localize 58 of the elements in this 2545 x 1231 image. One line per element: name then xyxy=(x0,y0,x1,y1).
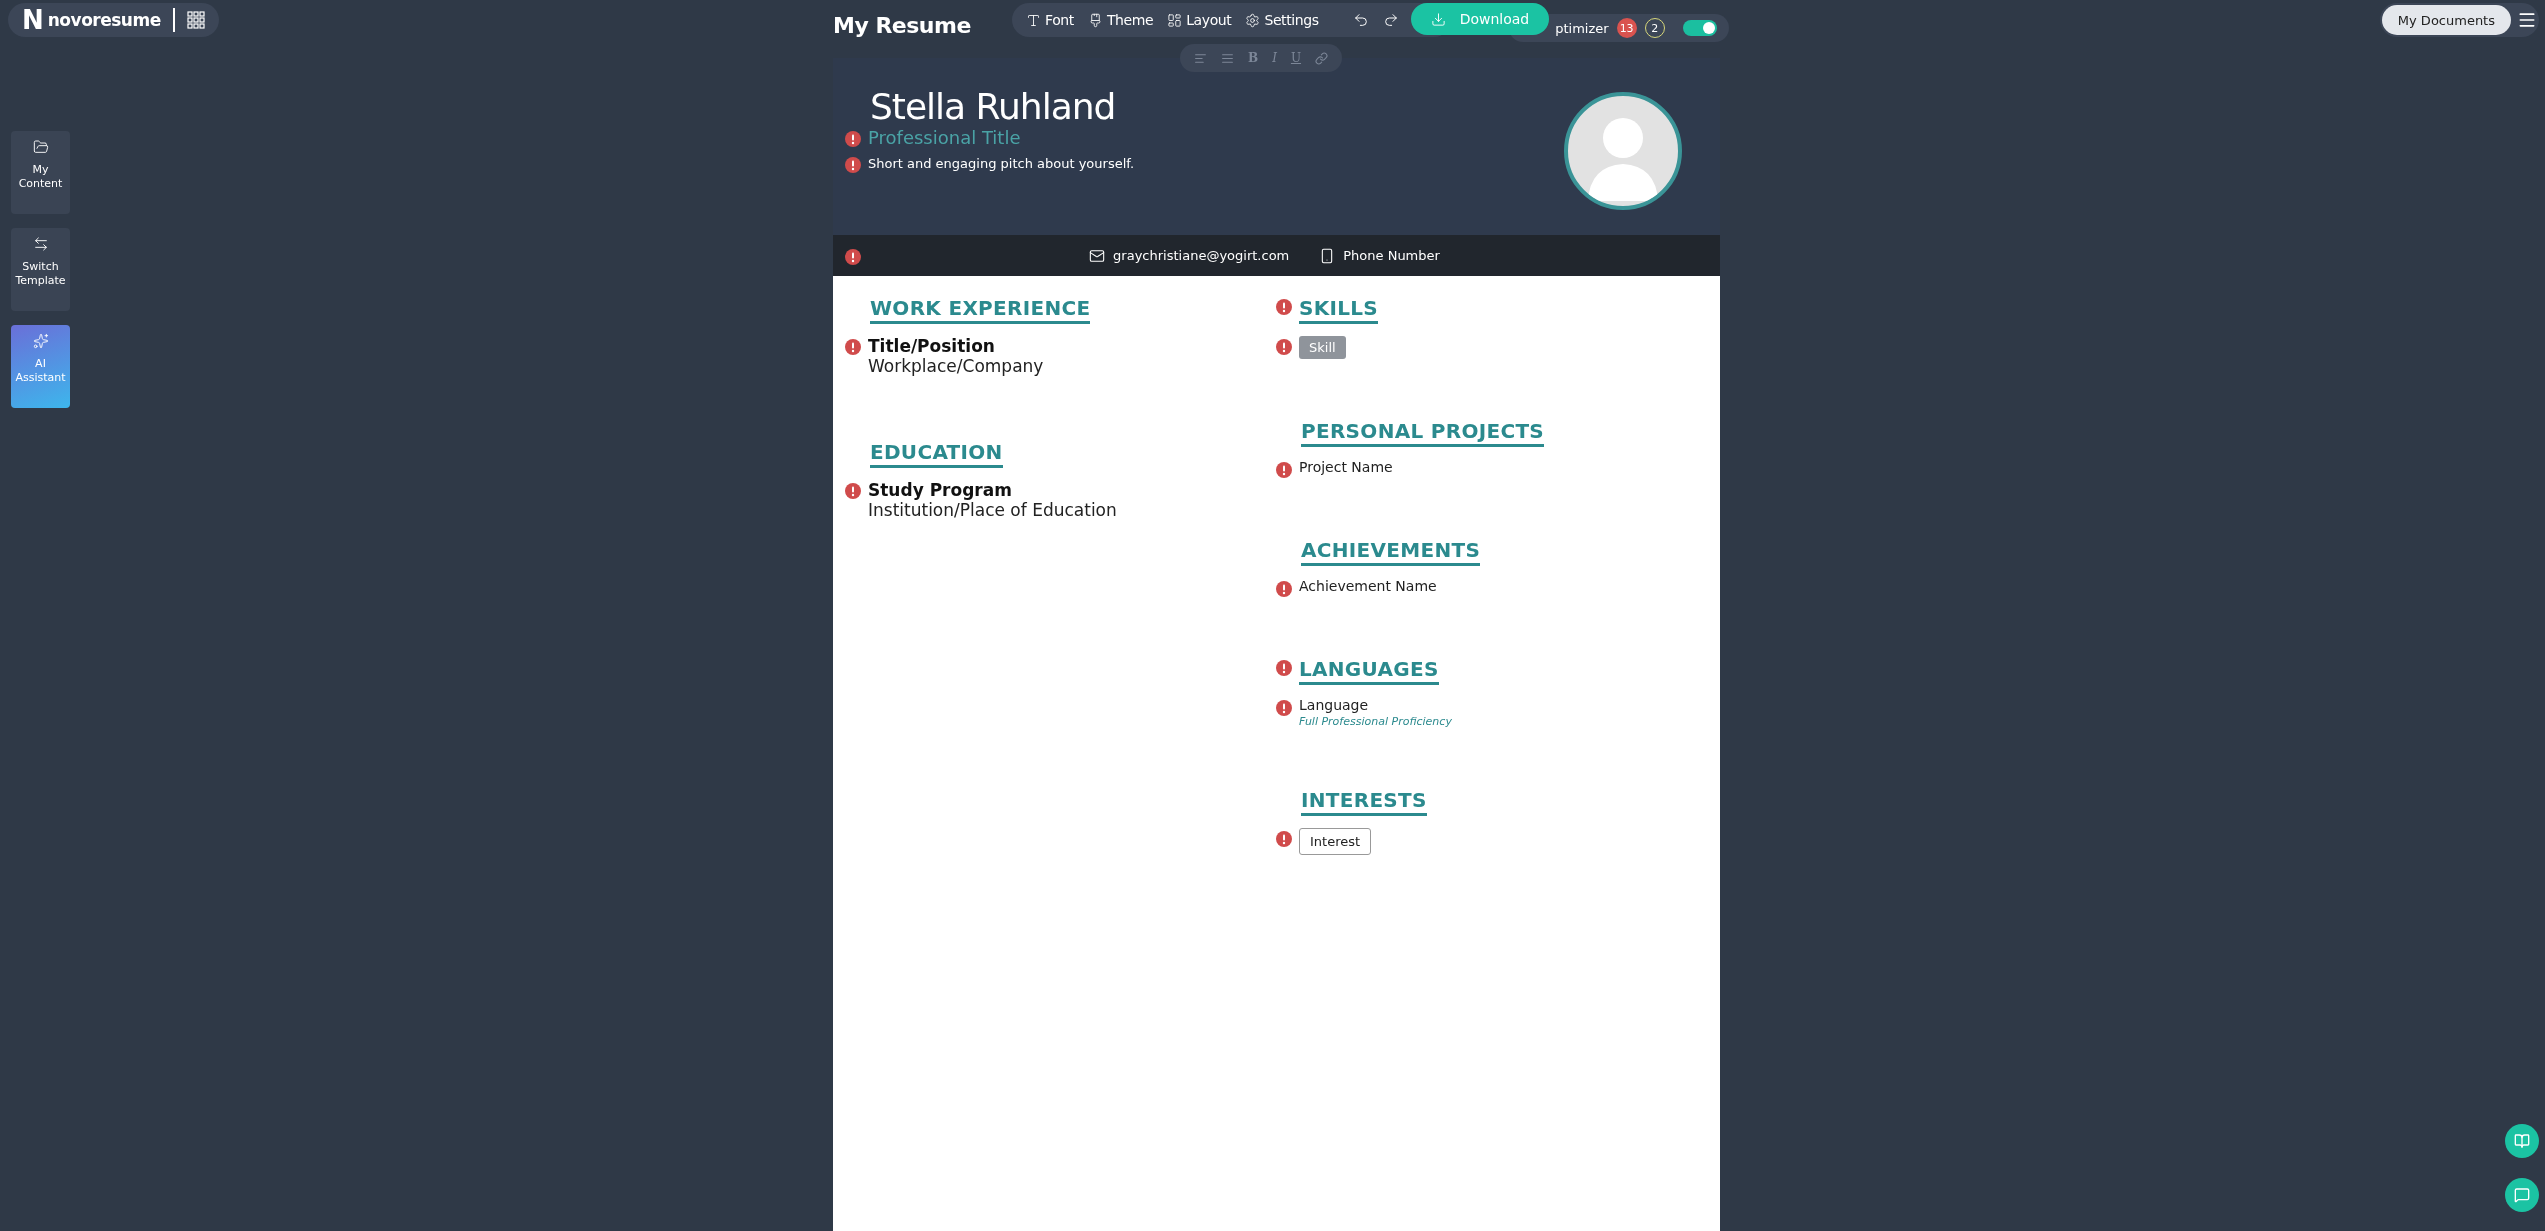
apps-grid-icon[interactable] xyxy=(186,11,205,29)
section-heading: WORK EXPERIENCE xyxy=(870,296,1091,324)
settings-icon xyxy=(1245,12,1261,28)
toolbar-label: Layout xyxy=(1186,12,1232,28)
section-heading: PERSONAL PROJECTS xyxy=(1301,419,1545,447)
swap-icon xyxy=(32,236,49,252)
contact-text: Phone Number xyxy=(1343,248,1440,263)
toolbar-button[interactable]: Font xyxy=(1026,12,1074,28)
skill-chip: Skill xyxy=(1299,336,1346,359)
section-heading: LANGUAGES xyxy=(1299,657,1439,685)
contact-text: graychristiane@yogirt.com xyxy=(1113,248,1290,263)
entry-subtitle: Institution/Place of Education xyxy=(868,500,1117,520)
menu-button[interactable] xyxy=(2517,10,2537,30)
sparkles-icon xyxy=(32,333,49,349)
chat-icon xyxy=(2514,1187,2530,1203)
error-count: 13 xyxy=(1616,18,1637,38)
toolbar-label: Theme xyxy=(1106,12,1154,28)
logo-text: novoresume xyxy=(47,10,161,30)
redo-button[interactable] xyxy=(1382,12,1399,28)
professional-title: Professional Title xyxy=(868,127,1021,148)
resume-name: Stella Ruhland xyxy=(870,86,1117,127)
download-icon xyxy=(1430,11,1446,27)
entry-title: Achievement Name xyxy=(1299,578,1437,594)
folder-icon xyxy=(32,139,49,155)
document-title: My Resume xyxy=(833,13,972,38)
section-heading: INTERESTS xyxy=(1301,788,1427,816)
entry-title: Project Name xyxy=(1299,459,1393,475)
mail-icon xyxy=(1089,247,1106,264)
optimizer-label: ptimizer xyxy=(1555,20,1609,36)
toolbar-button[interactable]: Settings xyxy=(1245,12,1319,28)
logo-mark: N xyxy=(22,5,42,35)
sidebar-button[interactable]: Switch Template xyxy=(11,228,70,311)
book-button[interactable] xyxy=(2505,1124,2539,1158)
entry-title: Title/Position xyxy=(868,336,996,356)
pitch-text: Short and engaging pitch about yourself. xyxy=(868,156,1135,171)
font-icon xyxy=(1026,12,1041,28)
my-documents-button[interactable]: My Documents xyxy=(2381,5,2511,35)
toolbar-label: Font xyxy=(1045,12,1074,28)
optimizer-toggle[interactable] xyxy=(1682,20,1717,36)
entry-title: Study Program xyxy=(868,480,1013,500)
language-name: Language xyxy=(1299,697,1370,713)
section-heading: SKILLS xyxy=(1299,296,1379,324)
proficiency-level: Full Professional Proficiency xyxy=(1299,715,1452,728)
entry-subtitle: Workplace/Company xyxy=(868,356,1044,376)
section-heading: EDUCATION xyxy=(870,440,1003,468)
toolbar-label: Settings xyxy=(1264,12,1319,28)
theme-icon xyxy=(1087,12,1103,28)
download-label: Download xyxy=(1459,11,1530,27)
book-icon xyxy=(2514,1133,2530,1149)
section-heading: ACHIEVEMENTS xyxy=(1301,538,1481,566)
layout-icon xyxy=(1167,12,1183,28)
interest-tag: Interest xyxy=(1299,828,1372,855)
toolbar-button[interactable]: Layout xyxy=(1167,12,1232,28)
sidebar-button[interactable]: My Content xyxy=(11,131,70,214)
toolbar-button[interactable]: Theme xyxy=(1087,12,1154,28)
undo-button[interactable] xyxy=(1352,12,1369,28)
app-logo[interactable]: N novoresume xyxy=(8,3,219,37)
chat-button[interactable] xyxy=(2505,1178,2539,1212)
